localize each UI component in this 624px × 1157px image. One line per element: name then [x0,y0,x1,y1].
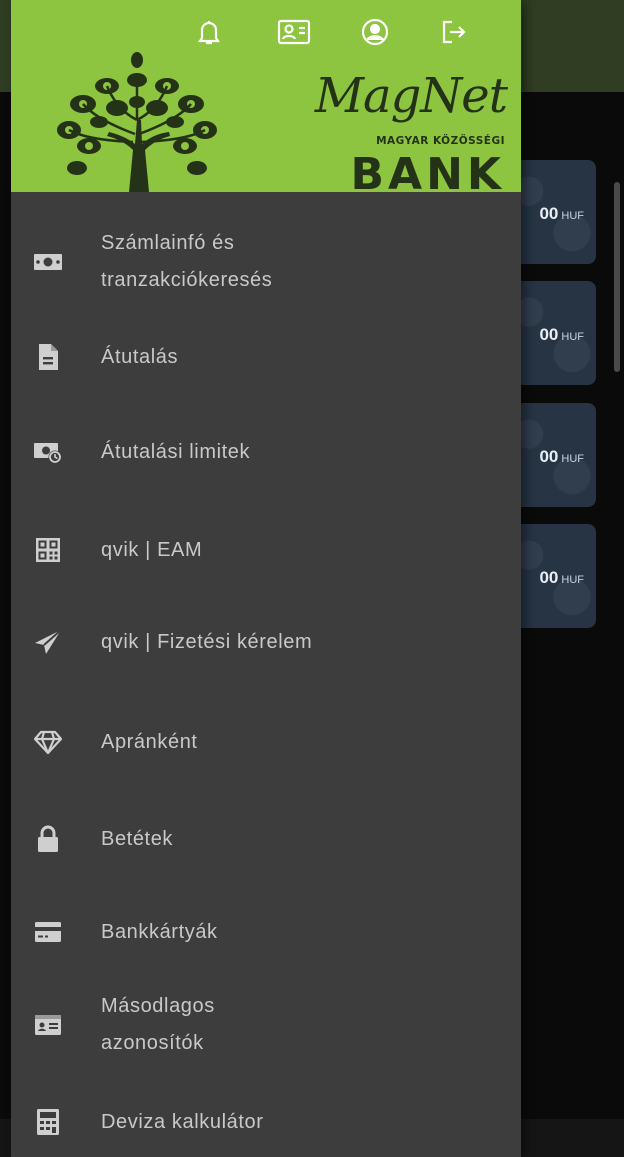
menu-item-label: Másodlagos azonosítók [101,995,215,1054]
account-amount: 00 HUF [539,204,584,223]
menu-item-label: Bankkártyák [101,920,218,943]
money-limit-icon [33,437,63,467]
menu-item-apranként[interactable]: Apránként [11,722,521,762]
brand-tagline: MAGYAR KÖZÖSSÉGI [376,135,505,147]
credit-card-icon [33,917,63,947]
account-amount: 00 HUF [539,447,584,466]
drawer-header: MagNet MAGYAR KÖZÖSSÉGI BANK [11,0,521,192]
menu-item-account-info[interactable]: Számlainfó és tranzakciókeresés [11,224,521,300]
paper-plane-icon [33,627,63,657]
scrollbar[interactable] [614,182,620,372]
navigation-drawer: MagNet MAGYAR KÖZÖSSÉGI BANK Számlainfó … [11,0,521,1157]
money-bill-icon [33,247,63,277]
menu-item-label: Átutalás [101,345,179,368]
menu-item-qvik-eam[interactable]: qvik | EAM [11,530,521,570]
menu-item-label: qvik | EAM [101,538,203,561]
qr-code-icon [33,535,63,565]
account-circle-icon[interactable] [357,14,393,50]
brand-bank: BANK [350,149,505,193]
lock-icon [33,824,63,854]
account-amount: 00 HUF [539,325,584,344]
diamond-icon [33,727,63,757]
logout-icon[interactable] [436,14,472,50]
brand-name: MagNet [314,68,508,124]
bell-icon[interactable] [191,14,227,50]
menu-item-currency-calculator[interactable]: Deviza kalkulátor [11,1102,521,1142]
menu-item-bank-cards[interactable]: Bankkártyák [11,912,521,952]
menu-item-label: Apránként [101,730,198,753]
menu-item-deposits[interactable]: Betétek [11,819,521,859]
menu-item-label: qvik | Fizetési kérelem [101,630,313,653]
account-amount: 00 HUF [539,568,584,587]
menu-item-secondary-identifiers[interactable]: Másodlagos azonosítók [11,987,521,1063]
contact-card-icon[interactable] [276,14,312,50]
menu-item-label: Deviza kalkulátor [101,1110,264,1133]
menu-item-qvik-payment-request[interactable]: qvik | Fizetési kérelem [11,622,521,662]
tree-logo-icon [57,52,217,192]
id-card-icon [33,1010,63,1040]
menu-item-transfer-limits[interactable]: Átutalási limitek [11,432,521,472]
document-icon [33,342,63,372]
menu-item-label: Számlainfó és tranzakciókeresés [101,232,273,291]
menu-item-transfer[interactable]: Átutalás [11,337,521,377]
calculator-icon [33,1107,63,1137]
menu-item-label: Betétek [101,827,174,850]
menu-item-label: Átutalási limitek [101,440,251,463]
